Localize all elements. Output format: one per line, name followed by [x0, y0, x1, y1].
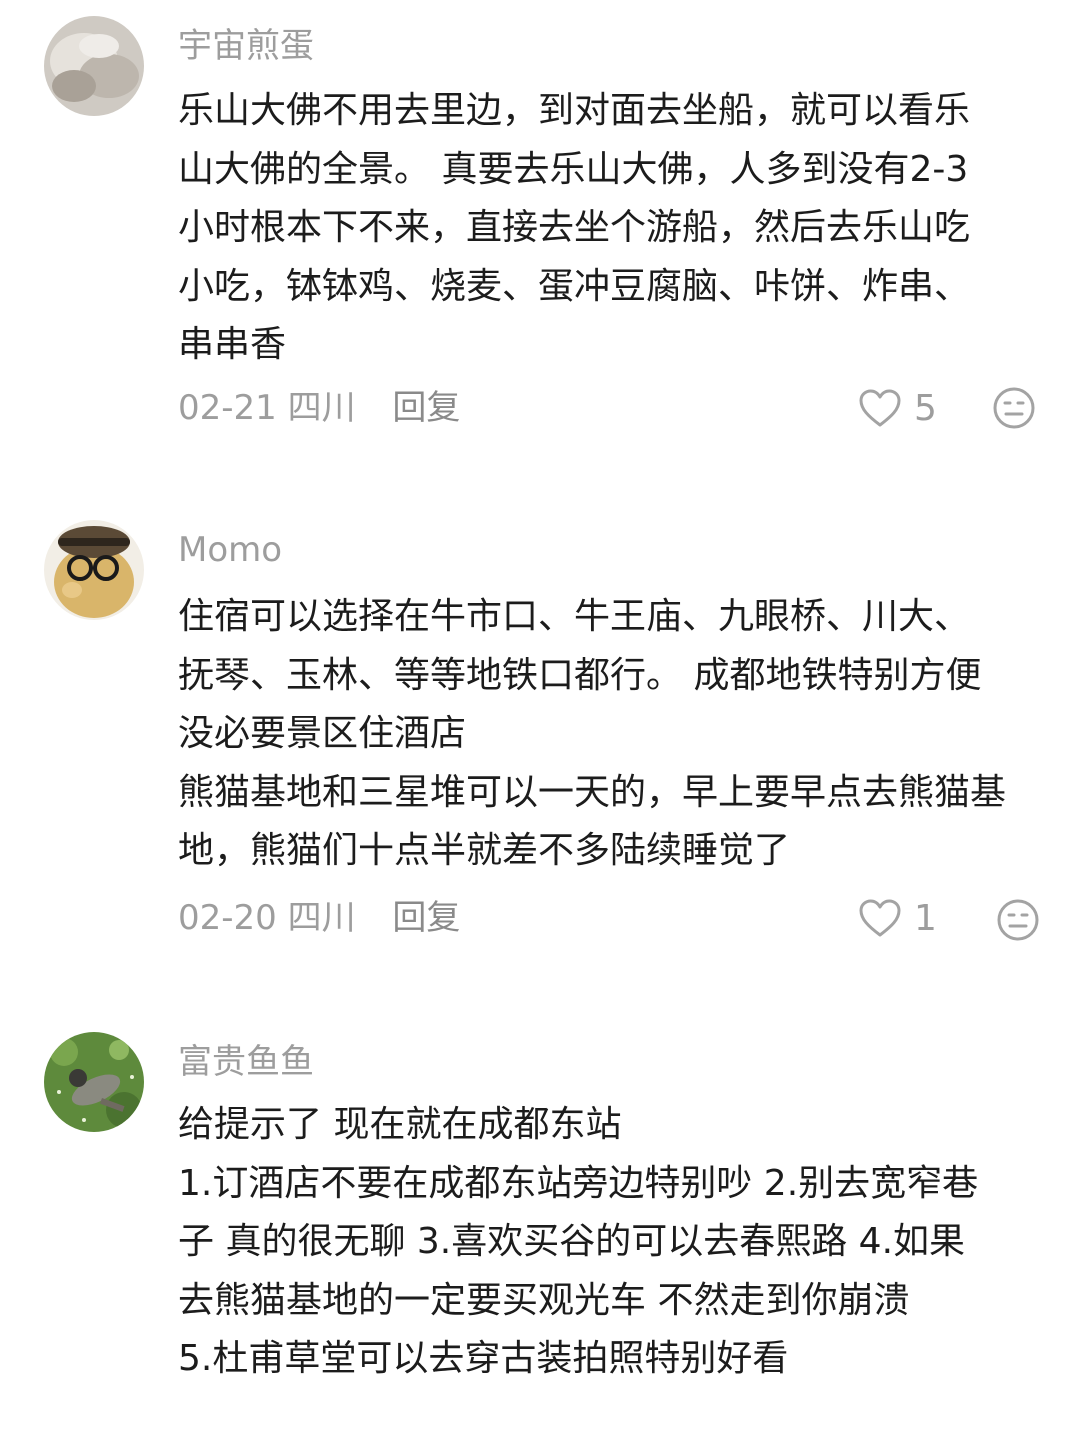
comment-line: 住宿可以选择在牛市口、牛王庙、九眼桥、川大、 [178, 596, 971, 637]
heart-icon [859, 899, 901, 937]
comment-line: 1.订酒店不要在成都东站旁边特别吵 2.别去宽窄巷 [178, 1162, 979, 1204]
avatar[interactable] [44, 520, 144, 620]
username[interactable]: Momo [178, 528, 282, 572]
comment-line: 小吃，钵钵鸡、烧麦、蛋冲豆腐脑、咔饼、炸串、 [178, 265, 971, 307]
reply-button[interactable]: 回复 [392, 898, 460, 938]
comment-line: 串串香 [178, 324, 287, 365]
like-count: 1 [914, 897, 937, 939]
like-count: 5 [914, 387, 937, 429]
comment-line: 小时根本下不来，直接去坐个游船，然后去乐山吃 [178, 207, 971, 248]
comment-line: 去熊猫基地的一定要买观光车 不然走到你崩溃 [178, 1279, 910, 1321]
comment-line: 5.杜甫草堂可以去穿古装拍照特别好看 [178, 1338, 789, 1379]
like-button[interactable]: 5 [858, 384, 937, 432]
comment-line: 地，熊猫们十点半就差不多陆续睡觉了 [178, 830, 791, 871]
like-button[interactable]: 1 [858, 894, 937, 942]
username[interactable]: 富贵鱼鱼 [178, 1040, 314, 1084]
avatar[interactable] [44, 1032, 144, 1132]
comment-date: 02-21 [178, 388, 277, 428]
heart-icon [859, 389, 901, 427]
comment-date: 02-20 [178, 898, 277, 938]
comment-line: 熊猫基地和三星堆可以一天的，早上要早点去熊猫基 [178, 771, 1007, 813]
username[interactable]: 宇宙煎蛋 [178, 24, 314, 68]
sticker-icon[interactable] [992, 386, 1036, 430]
comment-location: 四川 [287, 898, 356, 938]
comment-line: 子 真的很无聊 3.喜欢买谷的可以去春熙路 4.如果 [178, 1221, 966, 1262]
comment-meta: 02-21 四川 回复 [178, 384, 460, 432]
comment-location: 四川 [287, 388, 356, 428]
sticker-icon[interactable] [996, 898, 1040, 942]
comment-text: 乐山大佛不用去里边，到对面去坐船，就可以看乐 山大佛的全景。 真要去乐山大佛，人… [178, 82, 1078, 375]
comment-meta: 02-20 四川 回复 [178, 894, 460, 942]
reply-button[interactable]: 回复 [392, 388, 460, 428]
avatar[interactable] [44, 16, 144, 116]
comment-line: 乐山大佛不用去里边，到对面去坐船，就可以看乐 [178, 90, 971, 131]
comment-line: 抚琴、玉林、等等地铁口都行。 成都地铁特别方便 [178, 654, 982, 696]
comment-line: 给提示了 现在就在成都东站 [178, 1104, 622, 1145]
comment-text: 住宿可以选择在牛市口、牛王庙、九眼桥、川大、 抚琴、玉林、等等地铁口都行。 成都… [178, 588, 1078, 881]
comment-line: 山大佛的全景。 真要去乐山大佛，人多到没有2-3 [178, 148, 969, 190]
comment-line: 没必要景区住酒店 [178, 713, 467, 754]
comment-text: 给提示了 现在就在成都东站 1.订酒店不要在成都东站旁边特别吵 2.别去宽窄巷 … [178, 1096, 1078, 1389]
